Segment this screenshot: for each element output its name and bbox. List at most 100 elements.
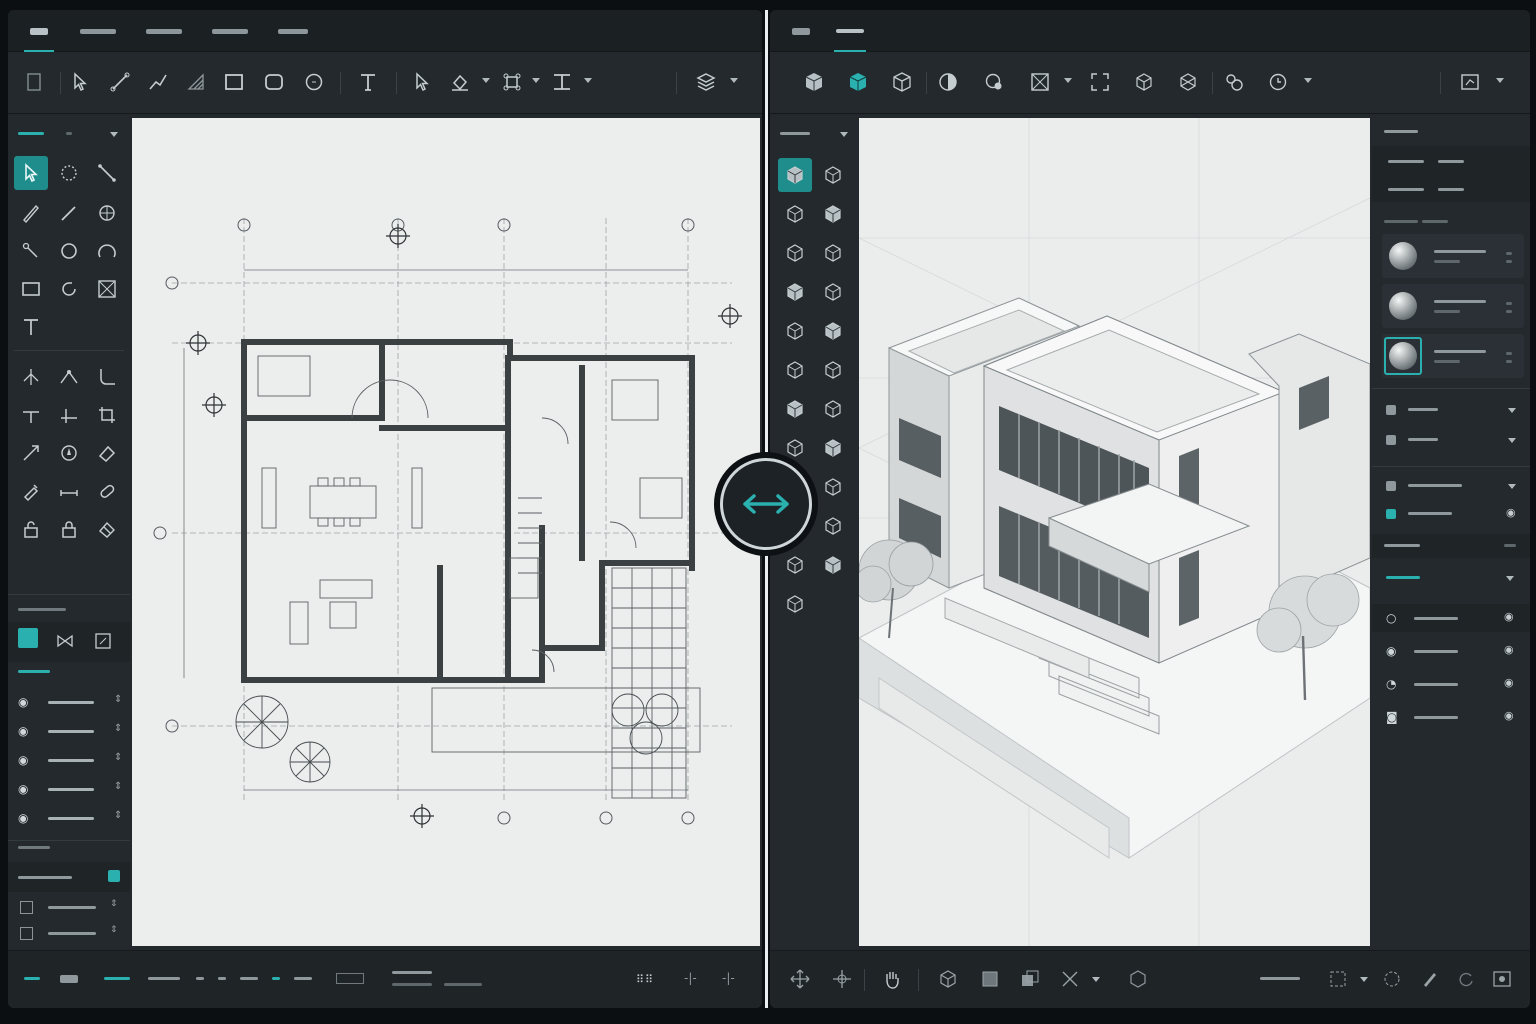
eye-icon[interactable]: ◉ bbox=[1504, 610, 1514, 623]
tab-4[interactable] bbox=[208, 10, 252, 52]
pen-tool-icon[interactable] bbox=[1414, 963, 1446, 995]
eye-icon[interactable]: ◉ bbox=[18, 724, 28, 738]
scale-icon[interactable] bbox=[14, 436, 48, 470]
eraser-alt-icon[interactable] bbox=[90, 512, 124, 546]
cube-split-icon[interactable] bbox=[778, 392, 812, 426]
rectangle-tool-icon[interactable] bbox=[14, 272, 48, 306]
cube-wire-icon[interactable] bbox=[886, 66, 918, 98]
cube-mesh-icon[interactable] bbox=[816, 314, 850, 348]
hand-icon[interactable] bbox=[876, 963, 908, 995]
tab-view[interactable] bbox=[784, 10, 818, 52]
timer-icon[interactable] bbox=[1262, 66, 1294, 98]
model-viewport[interactable] bbox=[859, 118, 1370, 946]
tab-plan[interactable] bbox=[18, 10, 60, 52]
corner-icon[interactable] bbox=[90, 360, 124, 394]
view-settings-icon[interactable] bbox=[1454, 66, 1486, 98]
text-icon[interactable] bbox=[352, 66, 384, 98]
stepper-icon[interactable]: ⇕ bbox=[114, 723, 122, 734]
cube-corner-icon[interactable] bbox=[778, 431, 812, 465]
option-row-2[interactable] bbox=[1386, 432, 1518, 448]
scene-layer-row[interactable]: ◔ ◉ bbox=[1372, 670, 1530, 698]
cube-face-icon[interactable] bbox=[816, 392, 850, 426]
box-open-icon[interactable] bbox=[816, 197, 850, 231]
rounded-rect-icon[interactable] bbox=[258, 66, 290, 98]
ortho-icon[interactable]: -|- bbox=[722, 971, 735, 985]
property-row-2[interactable]: ⇕ bbox=[20, 922, 126, 944]
frame-icon[interactable] bbox=[1084, 66, 1116, 98]
cone-icon[interactable] bbox=[816, 236, 850, 270]
lock-open-icon[interactable] bbox=[14, 512, 48, 546]
property-row-1[interactable]: ⇕ bbox=[20, 896, 126, 918]
scene-layer-row[interactable]: ◙ ◉ bbox=[1372, 703, 1530, 731]
cube-rotate-icon[interactable] bbox=[816, 470, 850, 504]
box-alt-icon[interactable] bbox=[816, 158, 850, 192]
stepper-icon[interactable]: ⇕ bbox=[114, 810, 122, 821]
scene-layer-row[interactable]: ◉ ◉ bbox=[1372, 637, 1530, 665]
hatch-box-icon[interactable] bbox=[90, 272, 124, 306]
eye-icon[interactable]: ◉ bbox=[18, 782, 28, 796]
pan-icon[interactable] bbox=[826, 963, 858, 995]
fit-view-icon[interactable] bbox=[1054, 963, 1086, 995]
cylinder-icon[interactable] bbox=[778, 275, 812, 309]
cube-solid-icon[interactable] bbox=[798, 66, 830, 98]
scene-layer-row[interactable]: ○ ◉ bbox=[1372, 604, 1530, 632]
circle-tool-icon[interactable] bbox=[52, 234, 86, 268]
layer-row[interactable]: ◉ ⇕ bbox=[18, 750, 124, 770]
checkbox-icon[interactable] bbox=[20, 900, 33, 914]
polyline-icon[interactable] bbox=[142, 66, 174, 98]
frame-select-icon[interactable] bbox=[1322, 963, 1354, 995]
box-icon[interactable] bbox=[778, 158, 812, 192]
align-text-icon[interactable] bbox=[546, 66, 578, 98]
cube-active-icon[interactable] bbox=[842, 66, 874, 98]
sphere-icon[interactable] bbox=[778, 236, 812, 270]
compass-icon[interactable] bbox=[52, 436, 86, 470]
cube-x-icon[interactable] bbox=[816, 509, 850, 543]
eye-icon[interactable]: ◉ bbox=[18, 753, 28, 767]
sphere-render-icon[interactable] bbox=[932, 66, 964, 98]
layer-row[interactable]: ◉ ⇕ bbox=[18, 721, 124, 741]
screenshot-icon[interactable] bbox=[1486, 963, 1518, 995]
snap-icon[interactable]: -|- bbox=[684, 971, 697, 985]
circle-icon[interactable] bbox=[298, 66, 330, 98]
eye-icon[interactable]: ◉ bbox=[1506, 506, 1516, 519]
orbit-icon[interactable] bbox=[1218, 66, 1250, 98]
boolean-icon[interactable] bbox=[778, 587, 812, 621]
layer-fill-swatch[interactable] bbox=[18, 628, 38, 648]
stepper-icon[interactable]: ⇕ bbox=[114, 781, 122, 792]
material-icon[interactable] bbox=[978, 66, 1010, 98]
cube-small-icon[interactable] bbox=[778, 548, 812, 582]
measure-icon[interactable] bbox=[52, 474, 86, 508]
arc-point-icon[interactable] bbox=[90, 196, 124, 230]
status-chip[interactable] bbox=[60, 975, 78, 983]
cube-globe-icon[interactable] bbox=[816, 431, 850, 465]
line-tool-icon[interactable] bbox=[104, 66, 136, 98]
material-row[interactable] bbox=[1382, 334, 1524, 378]
hatch-icon[interactable] bbox=[180, 66, 212, 98]
lasso-icon[interactable] bbox=[52, 156, 86, 190]
node-icon[interactable] bbox=[14, 234, 48, 268]
eyedropper-icon[interactable] bbox=[14, 474, 48, 508]
lock-icon[interactable] bbox=[52, 512, 86, 546]
page-icon[interactable] bbox=[18, 66, 50, 98]
fill-icon[interactable] bbox=[444, 66, 476, 98]
split-icon[interactable] bbox=[52, 398, 86, 432]
stepper-icon[interactable]: ⇕ bbox=[114, 694, 122, 705]
cube-line-icon[interactable] bbox=[778, 314, 812, 348]
tab-3[interactable] bbox=[142, 10, 186, 52]
view-cube-icon[interactable] bbox=[932, 963, 964, 995]
grid-dots-icon[interactable]: ⠿⠿ bbox=[636, 973, 654, 986]
refresh-icon[interactable] bbox=[1450, 963, 1482, 995]
line-icon[interactable] bbox=[90, 156, 124, 190]
angle-icon[interactable] bbox=[52, 360, 86, 394]
scale-input[interactable] bbox=[336, 973, 364, 984]
section-box-icon[interactable] bbox=[1024, 66, 1056, 98]
isometric-icon[interactable] bbox=[1122, 963, 1154, 995]
layer-row[interactable]: ◉ ⇕ bbox=[18, 808, 124, 828]
option-row-3[interactable] bbox=[1386, 478, 1518, 494]
cube-grid-icon[interactable] bbox=[778, 353, 812, 387]
option-row-4[interactable]: ◉ bbox=[1386, 506, 1518, 522]
eye-icon[interactable]: ◉ bbox=[18, 695, 28, 709]
rotate-icon[interactable] bbox=[52, 272, 86, 306]
material-row[interactable] bbox=[1382, 234, 1524, 278]
box-shaded-icon[interactable] bbox=[778, 197, 812, 231]
